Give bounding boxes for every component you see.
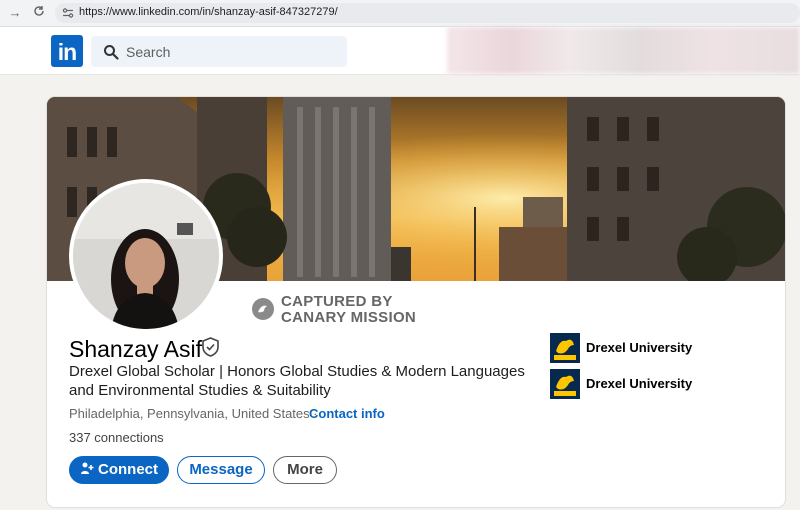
verified-shield-icon[interactable] <box>201 337 220 357</box>
education-item[interactable]: Drexel University <box>550 333 750 363</box>
browser-toolbar: → https://www.linkedin.com/in/shanzay-as… <box>0 0 800 27</box>
add-person-icon <box>80 458 94 474</box>
education-name: Drexel University <box>586 340 693 355</box>
profile-name: Shanzay Asif <box>69 336 202 362</box>
linkedin-header: in Search <box>0 27 800 75</box>
search-placeholder: Search <box>126 44 171 60</box>
blurred-nav <box>447 27 800 74</box>
url-text: https://www.linkedin.com/in/shanzay-asif… <box>79 6 338 18</box>
reload-icon[interactable] <box>30 4 48 22</box>
drexel-logo-icon <box>550 333 580 363</box>
arrow-right-icon[interactable]: → <box>6 4 24 22</box>
education-name: Drexel University <box>586 376 693 391</box>
search-icon <box>103 44 119 60</box>
drexel-logo-icon <box>550 369 580 399</box>
profile-location: Philadelphia, Pennsylvania, United State… <box>69 406 318 421</box>
canary-logo-icon <box>251 297 275 321</box>
watermark-line1: CAPTURED BY <box>281 293 393 310</box>
profile-headline: Drexel Global Scholar | Honors Global St… <box>69 363 525 399</box>
watermark-line2: CANARY MISSION <box>281 309 417 326</box>
more-button[interactable]: More <box>273 456 337 484</box>
profile-photo[interactable] <box>69 179 223 333</box>
linkedin-logo[interactable]: in <box>51 35 83 67</box>
education-item[interactable]: Drexel University <box>550 369 750 399</box>
message-button[interactable]: Message <box>177 456 265 484</box>
site-info-icon[interactable] <box>61 6 75 20</box>
connect-label: Connect <box>98 461 158 478</box>
connect-button[interactable]: Connect <box>69 456 169 484</box>
profile-card: CAPTURED BY CANARY MISSION Shanzay Asif … <box>47 97 785 507</box>
connections-count[interactable]: 337 connections <box>69 430 164 445</box>
address-bar[interactable]: https://www.linkedin.com/in/shanzay-asif… <box>55 3 800 23</box>
search-input[interactable]: Search <box>91 36 347 67</box>
contact-info-link[interactable]: Contact info <box>309 406 385 421</box>
